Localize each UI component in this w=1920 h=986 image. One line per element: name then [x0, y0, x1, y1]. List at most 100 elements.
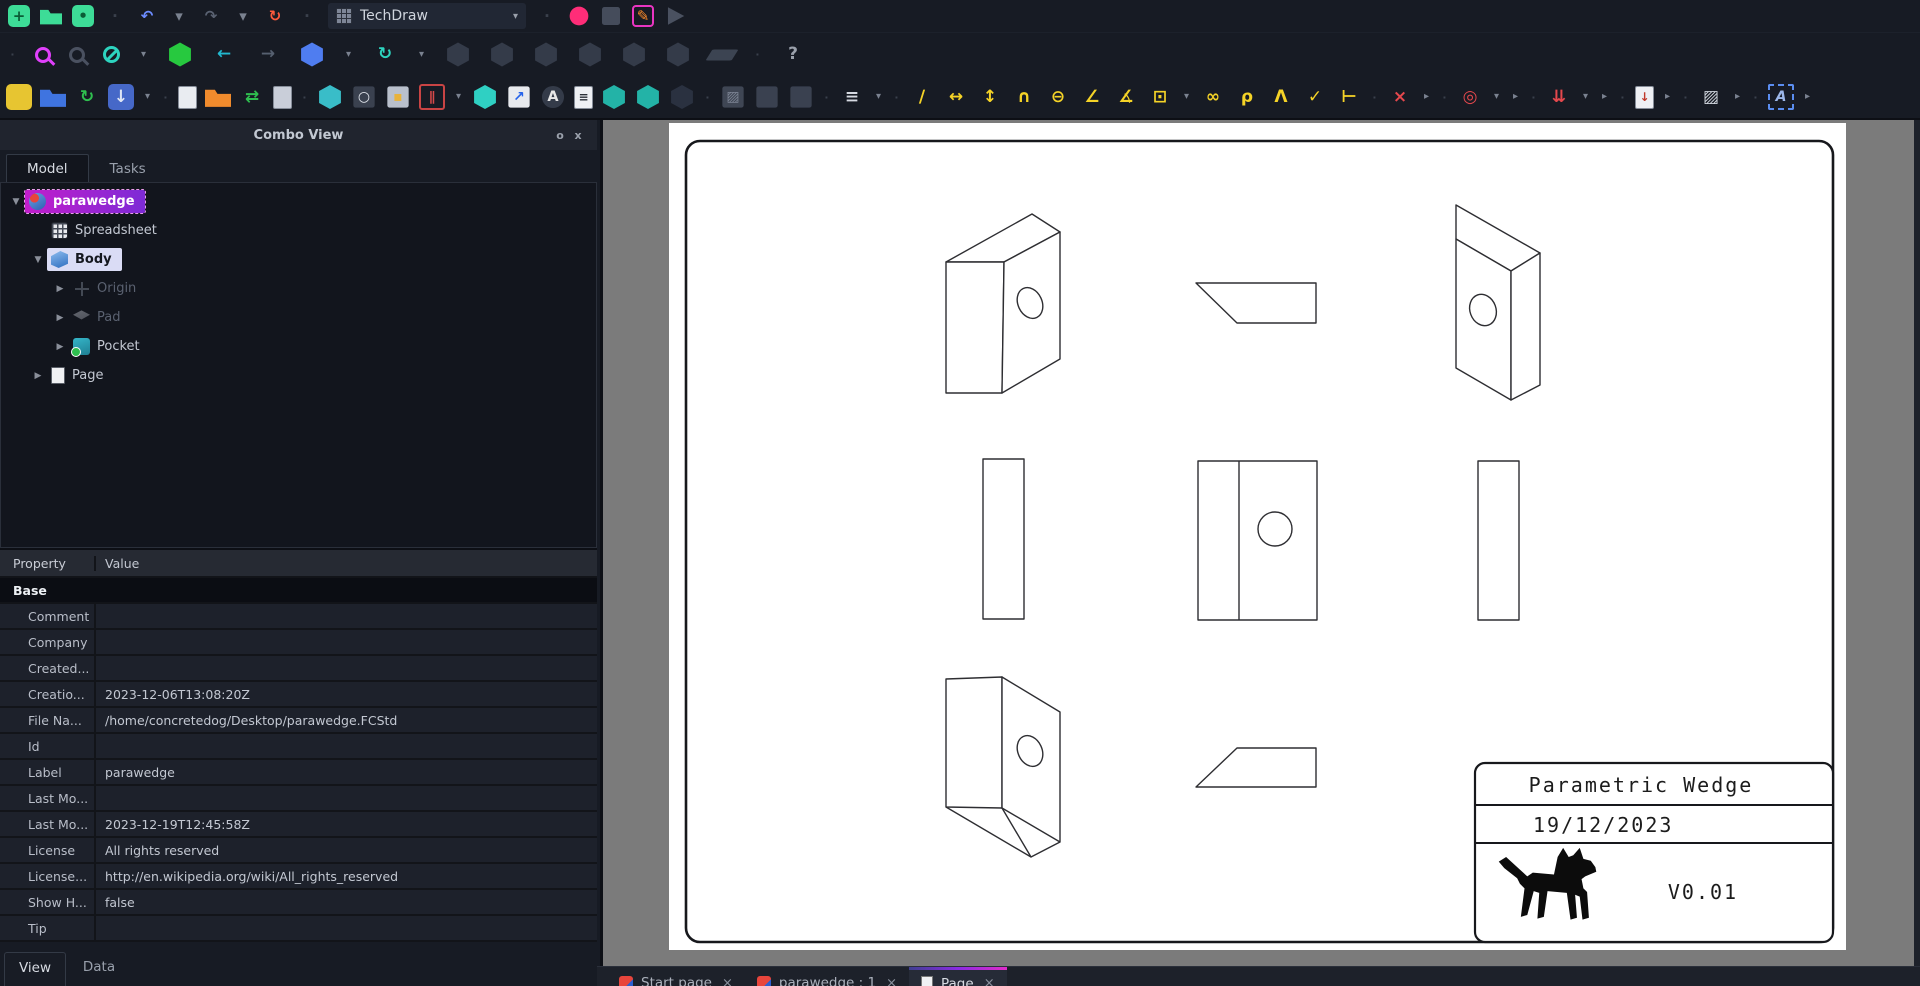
line-decoration-button[interactable]: ≡	[839, 84, 865, 110]
property-row[interactable]: Tip	[0, 916, 597, 942]
extend-toolbar-arrow-icon[interactable]: ▸	[1510, 84, 1521, 110]
view-dropdown-icon[interactable]: ▾	[343, 42, 354, 68]
spreadsheet-view-button[interactable]: ≡	[574, 85, 593, 109]
close-icon[interactable]: ×	[884, 976, 897, 986]
property-row[interactable]: Creatio... 2023-12-06T13:08:20Z	[0, 682, 597, 708]
combo-view-titlebar[interactable]: Combo View o x	[0, 120, 597, 150]
property-row[interactable]: License All rights reserved	[0, 838, 597, 864]
add-centerline-button[interactable]: ◎	[1457, 84, 1483, 110]
extend-toolbar-arrow-icon[interactable]: ▸	[1599, 84, 1610, 110]
axonometric-view-button[interactable]	[301, 42, 323, 67]
extend-toolbar-arrow-icon[interactable]: ▸	[1802, 84, 1813, 110]
redo-dropdown-icon[interactable]: ▾	[232, 5, 254, 27]
view-bottom-button[interactable]	[623, 42, 645, 67]
save-document-button[interactable]: •	[72, 5, 94, 27]
expander-icon[interactable]: ▶	[29, 371, 47, 381]
complex-section-button[interactable]: ▪	[387, 86, 409, 108]
view-rear-button[interactable]	[579, 42, 601, 67]
view-front[interactable]	[1197, 460, 1318, 621]
sync-view-dropdown-icon[interactable]: ▾	[416, 42, 427, 68]
view-link-button[interactable]: ↗	[508, 86, 530, 108]
redraw-page-button[interactable]: ↻	[74, 84, 100, 110]
arch-section-button[interactable]	[603, 85, 625, 109]
tree-item-body[interactable]: ▼ Body	[1, 245, 596, 274]
dimension-dropdown-icon[interactable]: ▾	[1181, 84, 1192, 110]
selection-filter-button[interactable]	[103, 46, 120, 63]
expander-icon[interactable]: ▶	[51, 313, 69, 323]
export-page-svg-button[interactable]: ↓	[1635, 85, 1654, 109]
dimension-3point-angle-button[interactable]: ∡	[1113, 84, 1139, 110]
weld-symbol-button[interactable]: Λ	[1268, 84, 1294, 110]
insert-active-view-button[interactable]	[205, 89, 231, 107]
expander-icon[interactable]: ▶	[51, 284, 69, 294]
dimension-extent-button[interactable]: ⊡	[1147, 84, 1173, 110]
tree-item-pocket[interactable]: ▶ Pocket	[1, 332, 596, 361]
close-icon[interactable]: ×	[720, 976, 733, 986]
expander-icon[interactable]: ▼	[29, 255, 47, 265]
tab-parawedge[interactable]: parawedge : 1 ×	[745, 967, 909, 986]
refresh-button[interactable]: ↻	[264, 5, 286, 27]
property-row[interactable]: Last Mo... 2023-12-19T12:45:58Z	[0, 812, 597, 838]
workbench-selector[interactable]: TechDraw ▾	[328, 3, 526, 29]
extend-toolbar-arrow-icon[interactable]: ▸	[1662, 84, 1673, 110]
tree-item-spreadsheet[interactable]: Spreadsheet	[1, 216, 596, 245]
dimension-diameter-button[interactable]: ⊖	[1045, 84, 1071, 110]
property-row[interactable]: License... http://en.wikipedia.org/wiki/…	[0, 864, 597, 890]
property-row[interactable]: Created...	[0, 656, 597, 682]
insert-image-button[interactable]	[790, 86, 812, 108]
zoom-fit-all-button[interactable]	[35, 46, 51, 63]
draft-view-button[interactable]: A	[541, 85, 565, 109]
broken-view-button[interactable]: ∥	[419, 84, 445, 110]
sync-view-button[interactable]: ↻	[372, 42, 398, 68]
tab-data[interactable]: Data	[68, 952, 130, 986]
float-panel-button[interactable]: o	[551, 129, 569, 142]
navigate-forward-button[interactable]: →	[255, 42, 281, 68]
property-row[interactable]: Label parawedge	[0, 760, 597, 786]
undo-button[interactable]: ↶	[136, 5, 158, 27]
insert-annotation-button[interactable]: A	[1768, 84, 1794, 110]
property-value[interactable]: false	[96, 895, 597, 910]
dimension-radius-button[interactable]: ∩	[1011, 84, 1037, 110]
macro-record-button[interactable]	[569, 6, 589, 26]
box-selection-button[interactable]	[169, 42, 191, 67]
dimension-horizontal-button[interactable]: ↔	[943, 84, 969, 110]
property-row[interactable]: Id	[0, 734, 597, 760]
tree-item-page[interactable]: ▶ Page	[1, 361, 596, 390]
shape-2d-view-button[interactable]	[671, 85, 693, 109]
view-top-button[interactable]	[491, 42, 513, 67]
selection-filter-dropdown-icon[interactable]: ▾	[138, 42, 149, 68]
tab-model[interactable]: Model	[6, 154, 89, 182]
property-value[interactable]: parawedge	[96, 765, 597, 780]
macro-edit-button[interactable]: ✎	[632, 5, 654, 27]
property-row[interactable]: File Na... /home/concretedog/Desktop/par…	[0, 708, 597, 734]
measure-distance-button[interactable]	[705, 49, 739, 60]
tree-item-origin[interactable]: ▶ Origin	[1, 274, 596, 303]
broken-view-dropdown-icon[interactable]: ▾	[453, 84, 464, 110]
customize-format-button[interactable]: ⊢	[1336, 84, 1362, 110]
expander-icon[interactable]: ▶	[51, 342, 69, 352]
detail-view-button[interactable]: ○	[353, 86, 375, 108]
navigate-back-button[interactable]: ←	[211, 42, 237, 68]
tab-view[interactable]: View	[4, 952, 66, 986]
view-front-button[interactable]	[447, 42, 469, 67]
dimension-angle-button[interactable]: ∠	[1079, 84, 1105, 110]
open-document-button[interactable]	[40, 9, 62, 25]
dimension-link-button[interactable]: ∞	[1200, 84, 1226, 110]
extend-toolbar-arrow-icon[interactable]: ▸	[1732, 84, 1743, 110]
tree-item-pad[interactable]: ▶ Pad	[1, 303, 596, 332]
tree-item-parawedge[interactable]: ▼ parawedge	[1, 187, 596, 216]
new-document-button[interactable]: +	[8, 5, 30, 27]
property-column-header[interactable]: Property	[0, 555, 96, 571]
tab-tasks[interactable]: Tasks	[89, 154, 167, 182]
undo-dropdown-icon[interactable]: ▾	[168, 5, 190, 27]
property-row[interactable]: Comment	[0, 604, 597, 630]
expander-icon[interactable]: ▼	[7, 197, 25, 207]
hole-shaft-fit-button[interactable]: ✓	[1302, 84, 1328, 110]
property-value[interactable]: /home/concretedog/Desktop/parawedge.FCSt…	[96, 713, 597, 728]
close-panel-button[interactable]: x	[569, 129, 587, 142]
view-left-side[interactable]	[982, 458, 1025, 620]
property-row[interactable]: Company	[0, 630, 597, 656]
centerline-dropdown-icon[interactable]: ▾	[1491, 84, 1502, 110]
macro-stop-button[interactable]	[601, 6, 621, 26]
geometric-hatch-button[interactable]	[756, 86, 778, 108]
